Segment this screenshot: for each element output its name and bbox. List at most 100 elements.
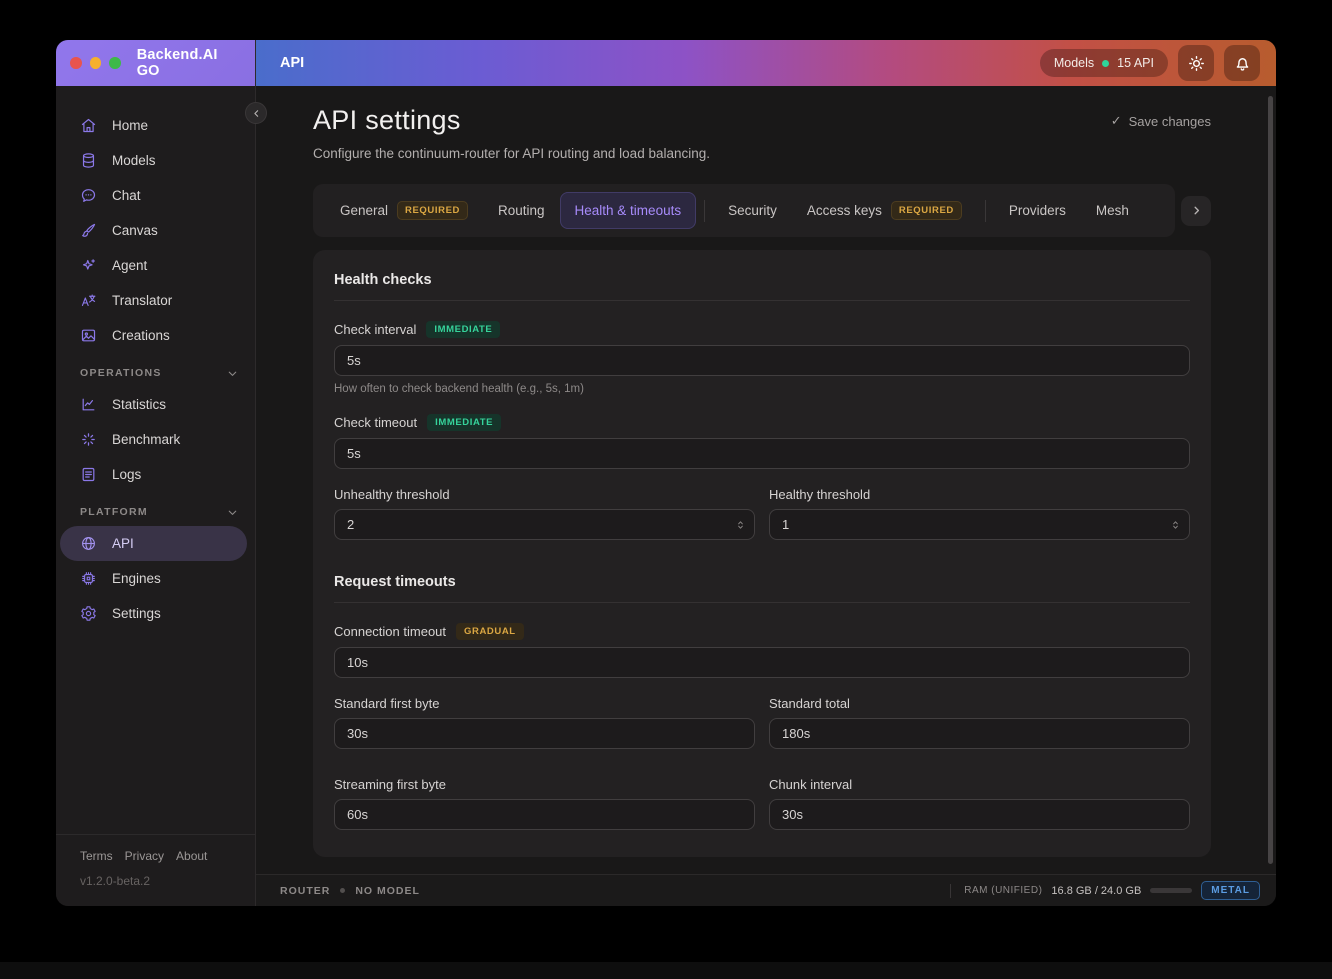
save-changes-label: Save changes [1129,114,1211,129]
maximize-window-button[interactable] [109,57,121,69]
sidebar-section-platform[interactable]: PLATFORM [56,498,255,526]
stepper-icon[interactable] [1170,518,1181,532]
sidebar-section-operations[interactable]: OPERATIONS [56,359,255,387]
statusbar-separator [950,884,951,898]
tab-routing[interactable]: Routing [483,192,560,229]
desktop-dock-strip [0,962,1332,979]
page-title: API settings [313,105,461,136]
chunk-interval-input[interactable] [769,799,1190,830]
sidebar-item-home[interactable]: Home [56,108,255,143]
standard-first-byte-input[interactable] [334,718,755,749]
document-icon [80,466,97,483]
sidebar-item-models[interactable]: Models [56,143,255,178]
tab-separator [704,200,705,222]
sidebar-footer: Terms Privacy About v1.2.0-beta.2 [56,834,255,906]
connection-timeout-label: Connection timeout [334,624,446,639]
minimize-window-button[interactable] [90,57,102,69]
globe-icon [80,535,97,552]
healthy-threshold-label: Healthy threshold [769,487,870,502]
models-status-badge[interactable]: Models 15 API [1040,49,1168,77]
sidebar-item-label: Translator [112,293,172,308]
theme-toggle-button[interactable] [1178,45,1214,81]
section-title-request-timeouts: Request timeouts [334,574,1190,590]
main-area: API Models 15 API API settings ✓ [256,40,1276,906]
sidebar-item-label: Engines [112,571,161,586]
tab-label: Security [728,203,777,218]
tab-label: Mesh [1096,203,1129,218]
sidebar-header: Backend.AI GO [56,40,255,86]
sidebar-item-label: Agent [112,258,147,273]
sidebar-item-label: Logs [112,467,141,482]
sidebar-nav: Home Models Chat Canvas Agent Translator [56,86,255,631]
sidebar-item-benchmark[interactable]: Benchmark [56,422,255,457]
check-interval-label: Check interval [334,322,416,337]
spinner-icon [80,431,97,448]
tab-general[interactable]: General REQUIRED [325,192,483,229]
sidebar-item-chat[interactable]: Chat [56,178,255,213]
about-link[interactable]: About [176,849,207,863]
sidebar-item-canvas[interactable]: Canvas [56,213,255,248]
unhealthy-threshold-label: Unhealthy threshold [334,487,450,502]
ram-label: RAM (UNIFIED) [964,885,1042,896]
tab-access-keys[interactable]: Access keys REQUIRED [792,192,977,229]
sparkle-icon [80,257,97,274]
required-badge: REQUIRED [891,201,962,220]
tab-label: General [340,203,388,218]
sun-icon [1187,54,1206,73]
stepper-icon[interactable] [735,518,746,532]
sidebar-item-translator[interactable]: Translator [56,283,255,318]
sidebar-item-statistics[interactable]: Statistics [56,387,255,422]
tab-label: Access keys [807,203,882,218]
required-badge: REQUIRED [397,201,468,220]
standard-total-input[interactable] [769,718,1190,749]
section-divider [334,300,1190,301]
standard-first-byte-label: Standard first byte [334,696,440,711]
connection-timeout-input[interactable] [334,647,1190,678]
immediate-badge: IMMEDIATE [426,321,500,338]
immediate-badge: IMMEDIATE [427,414,501,431]
gear-icon [80,605,97,622]
sidebar-item-api[interactable]: API [60,526,247,561]
section-label: PLATFORM [80,506,148,518]
metal-badge: METAL [1201,881,1260,900]
sidebar-collapse-button[interactable] [245,102,267,124]
translate-icon [80,292,97,309]
content-scrollbar[interactable] [1268,96,1273,864]
sidebar-item-settings[interactable]: Settings [56,596,255,631]
save-changes-status: ✓ Save changes [1111,113,1211,129]
healthy-threshold-input[interactable] [769,509,1190,540]
sidebar-item-engines[interactable]: Engines [56,561,255,596]
tab-label: Providers [1009,203,1066,218]
bell-icon [1233,54,1252,73]
terms-link[interactable]: Terms [80,849,113,863]
notifications-button[interactable] [1224,45,1260,81]
home-icon [80,117,97,134]
sidebar-item-label: API [112,536,134,551]
sidebar-item-agent[interactable]: Agent [56,248,255,283]
sidebar-item-creations[interactable]: Creations [56,318,255,353]
check-interval-input[interactable] [334,345,1190,376]
privacy-link[interactable]: Privacy [125,849,164,863]
sidebar-item-label: Statistics [112,397,166,412]
unhealthy-threshold-input[interactable] [334,509,755,540]
tabs-scroll-right-button[interactable] [1181,196,1211,226]
tab-separator [985,200,986,222]
chevron-right-icon [1190,204,1203,217]
sidebar-item-label: Settings [112,606,161,621]
check-timeout-label: Check timeout [334,415,417,430]
tab-providers[interactable]: Providers [994,192,1081,229]
sidebar-item-logs[interactable]: Logs [56,457,255,492]
streaming-first-byte-input[interactable] [334,799,755,830]
ram-value: 16.8 GB / 24.0 GB [1051,885,1141,897]
tab-health-timeouts[interactable]: Health & timeouts [560,192,697,229]
status-bar: ROUTER NO MODEL RAM (UNIFIED) 16.8 GB / … [256,874,1276,906]
chunk-interval-label: Chunk interval [769,777,852,792]
check-timeout-input[interactable] [334,438,1190,469]
app-title: Backend.AI GO [137,47,241,79]
tab-mesh[interactable]: Mesh [1081,192,1144,229]
tab-security[interactable]: Security [713,192,792,229]
sidebar-item-label: Creations [112,328,170,343]
sidebar: Backend.AI GO Home Models Chat Canvas Ag… [56,40,256,906]
standard-total-label: Standard total [769,696,850,711]
close-window-button[interactable] [70,57,82,69]
